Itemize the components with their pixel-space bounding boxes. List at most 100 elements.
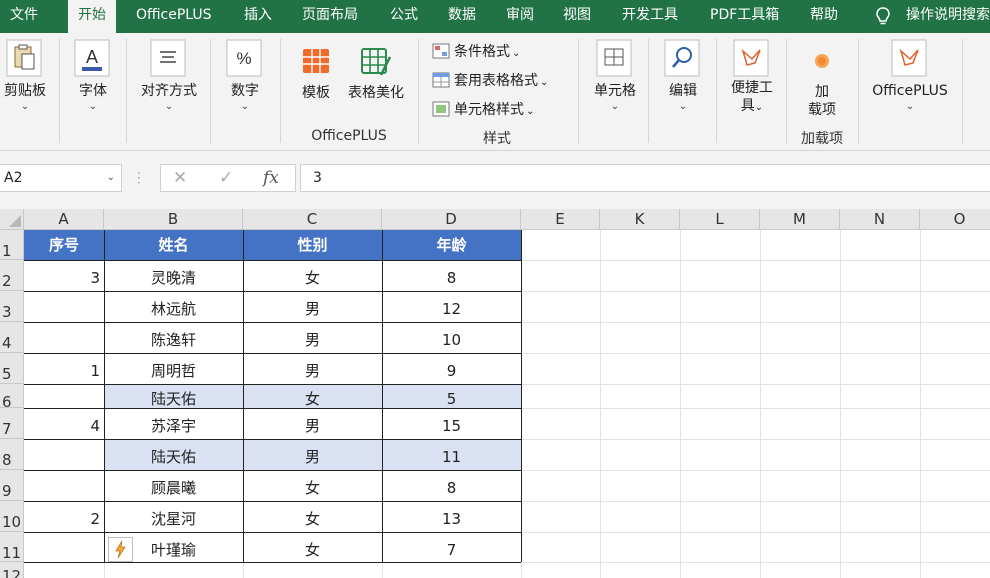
convenient-tools-button[interactable]: 便捷工 具⌄ bbox=[726, 39, 778, 117]
font-button[interactable]: A 字体 ⌄ bbox=[70, 39, 116, 113]
table-cell[interactable]: 男 bbox=[243, 322, 382, 353]
flash-fill-icon[interactable] bbox=[108, 537, 133, 562]
tell-me-search[interactable]: 操作说明搜索 bbox=[906, 0, 990, 33]
column-header[interactable]: O bbox=[920, 209, 990, 230]
row-header[interactable]: 3 bbox=[0, 291, 24, 322]
table-cell[interactable]: 15 bbox=[382, 408, 521, 439]
table-cell[interactable]: 男 bbox=[243, 408, 382, 439]
column-header[interactable]: D bbox=[382, 209, 521, 230]
table-cell[interactable]: 8 bbox=[382, 470, 521, 501]
column-header[interactable]: E bbox=[521, 209, 600, 230]
template-button[interactable]: 模板 bbox=[294, 45, 338, 103]
table-cell[interactable]: 男 bbox=[243, 353, 382, 384]
table-header-cell[interactable]: 姓名 bbox=[104, 230, 243, 260]
clipboard-button[interactable]: 剪贴板 ⌄ bbox=[0, 39, 50, 113]
tab-data[interactable]: 数据 bbox=[448, 0, 476, 33]
table-header-cell[interactable]: 性别 bbox=[243, 230, 382, 260]
table-cell[interactable]: 女 bbox=[243, 384, 382, 408]
table-cell[interactable]: 5 bbox=[382, 384, 521, 408]
table-cell[interactable]: 9 bbox=[382, 353, 521, 384]
tab-formulas[interactable]: 公式 bbox=[390, 0, 418, 33]
column-header[interactable]: A bbox=[24, 209, 104, 230]
tab-help[interactable]: 帮助 bbox=[810, 0, 838, 33]
format-as-table-button[interactable]: 套用表格格式 ⌄ bbox=[432, 70, 548, 92]
cancel-icon[interactable]: ✕ bbox=[173, 168, 187, 188]
table-cell[interactable]: 女 bbox=[243, 532, 382, 562]
cells-button[interactable]: 单元格 ⌄ bbox=[588, 39, 642, 113]
tab-home[interactable]: 开始 bbox=[68, 0, 116, 33]
row-header[interactable]: 9 bbox=[0, 470, 24, 501]
table-cell[interactable]: 男 bbox=[243, 291, 382, 322]
table-cell[interactable] bbox=[24, 532, 104, 562]
table-cell[interactable]: 1 bbox=[24, 353, 104, 384]
column-header[interactable]: K bbox=[600, 209, 680, 230]
conditional-format-button[interactable]: 条件格式 ⌄ bbox=[432, 41, 520, 63]
table-cell[interactable]: 11 bbox=[382, 439, 521, 470]
tab-page-layout[interactable]: 页面布局 bbox=[302, 0, 358, 33]
drag-handle[interactable]: · · · bbox=[137, 167, 141, 189]
table-cell[interactable]: 7 bbox=[382, 532, 521, 562]
table-cell[interactable]: 苏泽宇 bbox=[104, 408, 243, 439]
tab-officeplus[interactable]: OfficePLUS bbox=[136, 0, 212, 33]
select-all-corner[interactable] bbox=[0, 209, 24, 230]
column-header[interactable]: C bbox=[243, 209, 382, 230]
table-cell[interactable] bbox=[24, 470, 104, 501]
addins-button[interactable]: 加 载项 bbox=[796, 51, 848, 119]
table-cell[interactable]: 12 bbox=[382, 291, 521, 322]
table-cell[interactable] bbox=[24, 322, 104, 353]
table-beautify-button[interactable]: 表格美化 bbox=[344, 45, 408, 103]
row-header[interactable]: 4 bbox=[0, 322, 24, 353]
name-box[interactable]: A2 ⌄ bbox=[0, 164, 122, 192]
table-cell[interactable]: 8 bbox=[382, 260, 521, 291]
table-cell[interactable]: 3 bbox=[24, 260, 104, 291]
formula-input[interactable]: 3 bbox=[300, 164, 990, 192]
table-cell[interactable]: 陆天佑 bbox=[104, 439, 243, 470]
table-cell[interactable] bbox=[24, 291, 104, 322]
tab-pdf-tools[interactable]: PDF工具箱 bbox=[710, 0, 779, 33]
table-cell[interactable] bbox=[24, 439, 104, 470]
row-header[interactable]: 2 bbox=[0, 260, 24, 291]
worksheet-grid[interactable]: A B C D E K L M N O 1 2 3 4 5 6 7 8 9 10 11 12 序号 姓名 性别 年龄 3 灵晚清女 8 林… bbox=[0, 209, 990, 578]
alignment-button[interactable]: 对齐方式 ⌄ bbox=[136, 39, 202, 113]
column-header[interactable]: N bbox=[840, 209, 920, 230]
table-cell[interactable]: 陆天佑 bbox=[104, 384, 243, 408]
row-header[interactable]: 8 bbox=[0, 439, 24, 470]
row-header[interactable]: 5 bbox=[0, 353, 24, 384]
column-header[interactable]: B bbox=[104, 209, 243, 230]
table-cell[interactable]: 13 bbox=[382, 501, 521, 532]
table-cell[interactable]: 女 bbox=[243, 260, 382, 291]
cell-styles-button[interactable]: 单元格样式 ⌄ bbox=[432, 99, 534, 121]
number-button[interactable]: % 数字 ⌄ bbox=[222, 39, 268, 113]
table-cell[interactable]: 林远航 bbox=[104, 291, 243, 322]
table-cell[interactable] bbox=[24, 384, 104, 408]
table-cell[interactable]: 灵晚清 bbox=[104, 260, 243, 291]
table-cell[interactable]: 4 bbox=[24, 408, 104, 439]
table-cell[interactable]: 陈逸轩 bbox=[104, 322, 243, 353]
table-cell[interactable]: 沈星河 bbox=[104, 501, 243, 532]
row-header[interactable]: 12 bbox=[0, 562, 24, 578]
table-cell[interactable]: 周明哲 bbox=[104, 353, 243, 384]
table-header-cell[interactable]: 年龄 bbox=[382, 230, 521, 260]
table-cell[interactable]: 女 bbox=[243, 470, 382, 501]
table-cell[interactable]: 10 bbox=[382, 322, 521, 353]
table-cell[interactable]: 男 bbox=[243, 439, 382, 470]
row-header[interactable]: 6 bbox=[0, 384, 24, 411]
tab-view[interactable]: 视图 bbox=[563, 0, 591, 33]
table-header-cell[interactable]: 序号 bbox=[24, 230, 104, 260]
tab-review[interactable]: 审阅 bbox=[506, 0, 534, 33]
tab-insert[interactable]: 插入 bbox=[244, 0, 272, 33]
tab-file[interactable]: 文件 bbox=[10, 0, 38, 33]
row-header[interactable]: 11 bbox=[0, 532, 24, 562]
column-header[interactable]: L bbox=[680, 209, 760, 230]
chevron-down-icon[interactable]: ⌄ bbox=[107, 165, 115, 191]
tab-developer[interactable]: 开发工具 bbox=[622, 0, 678, 33]
editing-button[interactable]: 编辑 ⌄ bbox=[660, 39, 706, 113]
row-header[interactable]: 7 bbox=[0, 408, 24, 439]
table-cell[interactable]: 顾晨曦 bbox=[104, 470, 243, 501]
row-header[interactable]: 10 bbox=[0, 501, 24, 532]
row-header[interactable]: 1 bbox=[0, 230, 24, 260]
table-cell[interactable]: 2 bbox=[24, 501, 104, 532]
table-cell[interactable]: 女 bbox=[243, 501, 382, 532]
enter-icon[interactable]: ✓ bbox=[219, 168, 233, 188]
officeplus-button[interactable]: OfficePLUS ⌄ bbox=[866, 39, 954, 113]
